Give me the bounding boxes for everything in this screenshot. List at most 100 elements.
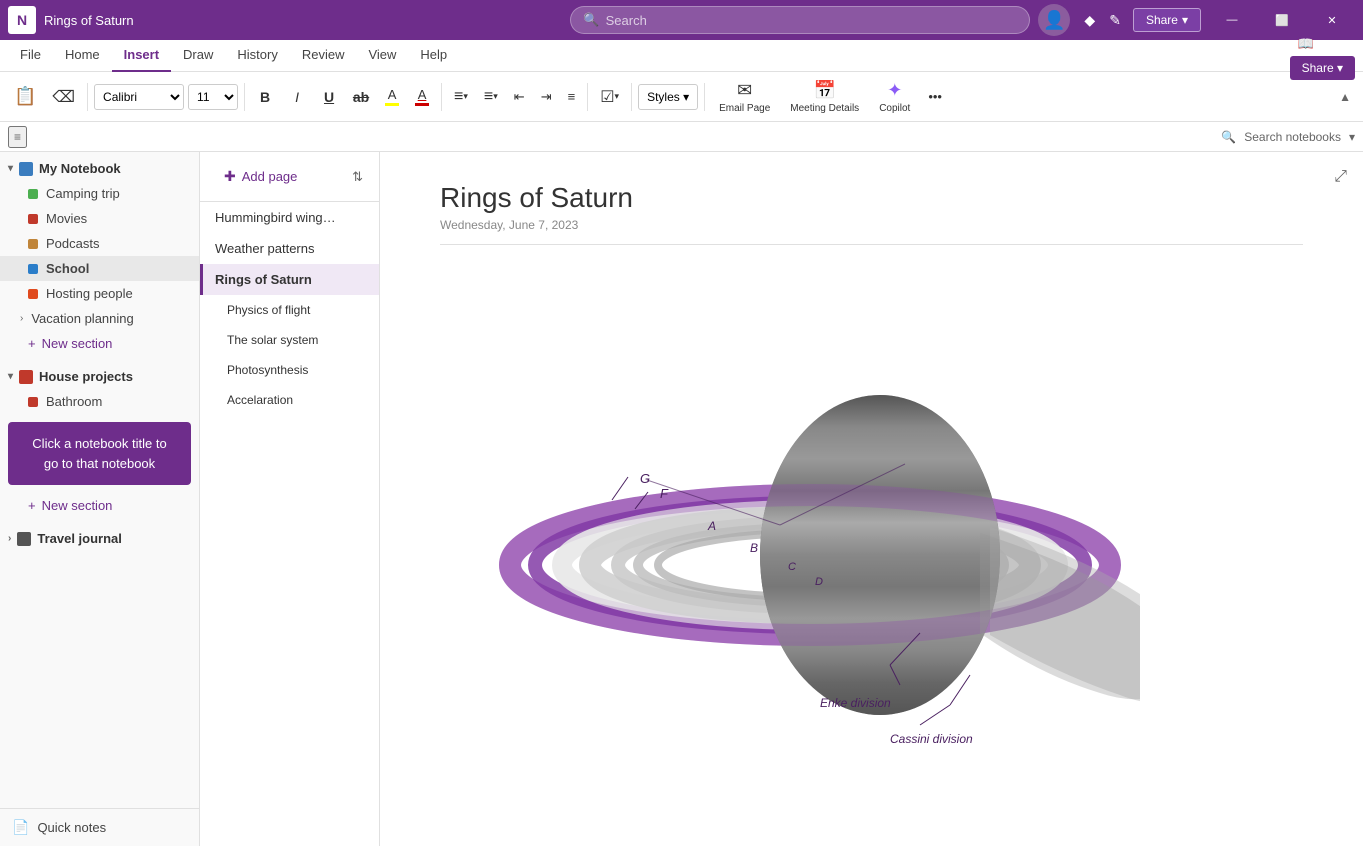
saturn-illustration: G F A B C D Enke division	[440, 265, 1140, 745]
page-physics-of-flight[interactable]: Physics of flight	[200, 295, 379, 325]
travel-journal-chevron: ›	[8, 533, 11, 544]
avatar[interactable]: 👤	[1038, 4, 1070, 36]
new-section-house-label: New section	[42, 498, 113, 513]
styles-button[interactable]: Styles ▾	[638, 84, 698, 110]
add-page-button[interactable]: ✚ Add page	[212, 162, 309, 191]
highlight-icon: A	[388, 87, 397, 102]
section-bathroom[interactable]: Bathroom	[0, 389, 199, 414]
my-notebook-header[interactable]: ▾ My Notebook	[0, 156, 199, 181]
school-label: School	[46, 261, 89, 276]
new-section-my-notebook[interactable]: + New section	[0, 331, 199, 356]
secondary-right: 🔍 Search notebooks ▾	[1221, 130, 1355, 144]
indent-decrease-icon: ⇤	[514, 89, 525, 105]
menu-review[interactable]: Review	[290, 40, 357, 72]
menubar-right: 📖 Share ▾	[1290, 32, 1355, 80]
menu-file[interactable]: File	[8, 40, 53, 72]
more-icon: •••	[928, 89, 942, 104]
search-bar[interactable]: 🔍	[570, 6, 1030, 34]
menu-view[interactable]: View	[356, 40, 408, 72]
menu-history[interactable]: History	[225, 40, 289, 72]
hosting-color	[28, 289, 38, 299]
share-button[interactable]: Share ▾	[1133, 8, 1201, 32]
main-layout: ▾ My Notebook Camping trip Movies Podcas…	[0, 152, 1363, 846]
meeting-details-button[interactable]: 📅 Meeting Details	[782, 76, 867, 118]
section-school[interactable]: School	[0, 256, 199, 281]
search-input[interactable]	[606, 13, 1018, 28]
more-button[interactable]: •••	[922, 79, 948, 115]
page-hummingbird[interactable]: Hummingbird wing…	[200, 202, 379, 233]
align-button[interactable]: ≡	[562, 79, 582, 115]
minimize-button[interactable]: —	[1209, 6, 1255, 34]
bold-button[interactable]: B	[251, 79, 279, 115]
page-weather-patterns[interactable]: Weather patterns	[200, 233, 379, 264]
section-hosting-people[interactable]: Hosting people	[0, 281, 199, 306]
section-movies[interactable]: Movies	[0, 206, 199, 231]
menu-help[interactable]: Help	[408, 40, 459, 72]
email-page-button[interactable]: ✉ Email Page	[711, 76, 778, 118]
styles-label: Styles ▾	[647, 90, 689, 104]
italic-button[interactable]: I	[283, 79, 311, 115]
underline-button[interactable]: U	[315, 79, 343, 115]
bathroom-label: Bathroom	[46, 394, 102, 409]
menu-insert[interactable]: Insert	[112, 40, 171, 72]
svg-text:G: G	[640, 471, 650, 486]
immersive-reader-button[interactable]: 📖	[1290, 32, 1322, 56]
add-page-icon: ✚	[224, 168, 236, 185]
hamburger-icon: ≡	[14, 130, 21, 144]
numbering-button[interactable]: ≡ ▾	[478, 79, 504, 115]
house-projects-header[interactable]: ▾ House projects	[0, 364, 199, 389]
my-notebook-chevron: ▾	[8, 163, 13, 174]
indent-decrease-button[interactable]: ⇤	[508, 79, 531, 115]
expand-button[interactable]: ⤢	[1330, 164, 1351, 190]
page-accelaration[interactable]: Accelaration	[200, 385, 379, 415]
page-rings-of-saturn[interactable]: Rings of Saturn	[200, 264, 379, 295]
diamond-icon[interactable]: ◆	[1080, 8, 1099, 33]
pen-icon[interactable]: ✎	[1105, 8, 1125, 33]
camping-trip-label: Camping trip	[46, 186, 120, 201]
title-icons: 👤 ◆ ✎	[1038, 4, 1125, 36]
page-title: Rings of Saturn	[440, 182, 1303, 214]
quick-notes[interactable]: 📄 Quick notes	[0, 808, 199, 846]
ribbon-sep-6	[704, 83, 705, 111]
vacation-chevron-icon: ›	[20, 313, 23, 324]
ribbon-sep-5	[631, 83, 632, 111]
indent-increase-icon: ⇥	[541, 89, 552, 105]
checkbox-icon: ☑	[600, 87, 614, 107]
checkbox-button[interactable]: ☑ ▾	[594, 79, 625, 115]
sort-button[interactable]: ⇅	[348, 165, 367, 189]
meeting-details-label: Meeting Details	[790, 103, 859, 114]
section-camping-trip[interactable]: Camping trip	[0, 181, 199, 206]
menu-draw[interactable]: Draw	[171, 40, 225, 72]
share-ribbon-button[interactable]: Share ▾	[1290, 56, 1355, 80]
new-section-house-projects[interactable]: + New section	[0, 493, 199, 518]
collapse-icon: ▲	[1339, 90, 1351, 104]
ribbon-collapse-button[interactable]: ▲	[1335, 86, 1355, 108]
section-podcasts[interactable]: Podcasts	[0, 231, 199, 256]
hamburger-button[interactable]: ≡	[8, 126, 27, 148]
quick-notes-label: Quick notes	[37, 820, 106, 835]
page-list: ✚ Add page ⇅ Hummingbird wing… Weather p…	[200, 152, 380, 846]
menu-home[interactable]: Home	[53, 40, 112, 72]
maximize-button[interactable]: ⬜	[1259, 6, 1305, 34]
svg-text:A: A	[707, 519, 716, 533]
highlight-button[interactable]: A	[379, 79, 405, 115]
page-solar-system[interactable]: The solar system	[200, 325, 379, 355]
page-photosynthesis[interactable]: Photosynthesis	[200, 355, 379, 385]
bullets-button[interactable]: ≡ ▾	[448, 79, 474, 115]
font-name-select[interactable]: Calibri Arial Times New Roman	[94, 84, 184, 110]
copilot-button[interactable]: ✦ Copilot	[871, 76, 918, 118]
font-color-button[interactable]: A	[409, 79, 435, 115]
eraser-icon: ⌫	[52, 87, 75, 107]
svg-text:B: B	[750, 541, 758, 555]
eraser-button[interactable]: ⌫	[46, 79, 81, 115]
indent-increase-button[interactable]: ⇥	[535, 79, 558, 115]
my-notebook-label: My Notebook	[39, 161, 121, 176]
section-vacation-planning[interactable]: › Vacation planning	[0, 306, 199, 331]
search-chevron-icon[interactable]: ▾	[1349, 130, 1355, 144]
close-button[interactable]: ✕	[1309, 6, 1355, 34]
new-page-button[interactable]: 📋	[8, 79, 42, 115]
travel-journal-header[interactable]: › Travel journal	[0, 526, 199, 551]
strikethrough-button[interactable]: ab	[347, 79, 375, 115]
font-size-select[interactable]: 11 12 14	[188, 84, 238, 110]
camping-trip-color	[28, 189, 38, 199]
